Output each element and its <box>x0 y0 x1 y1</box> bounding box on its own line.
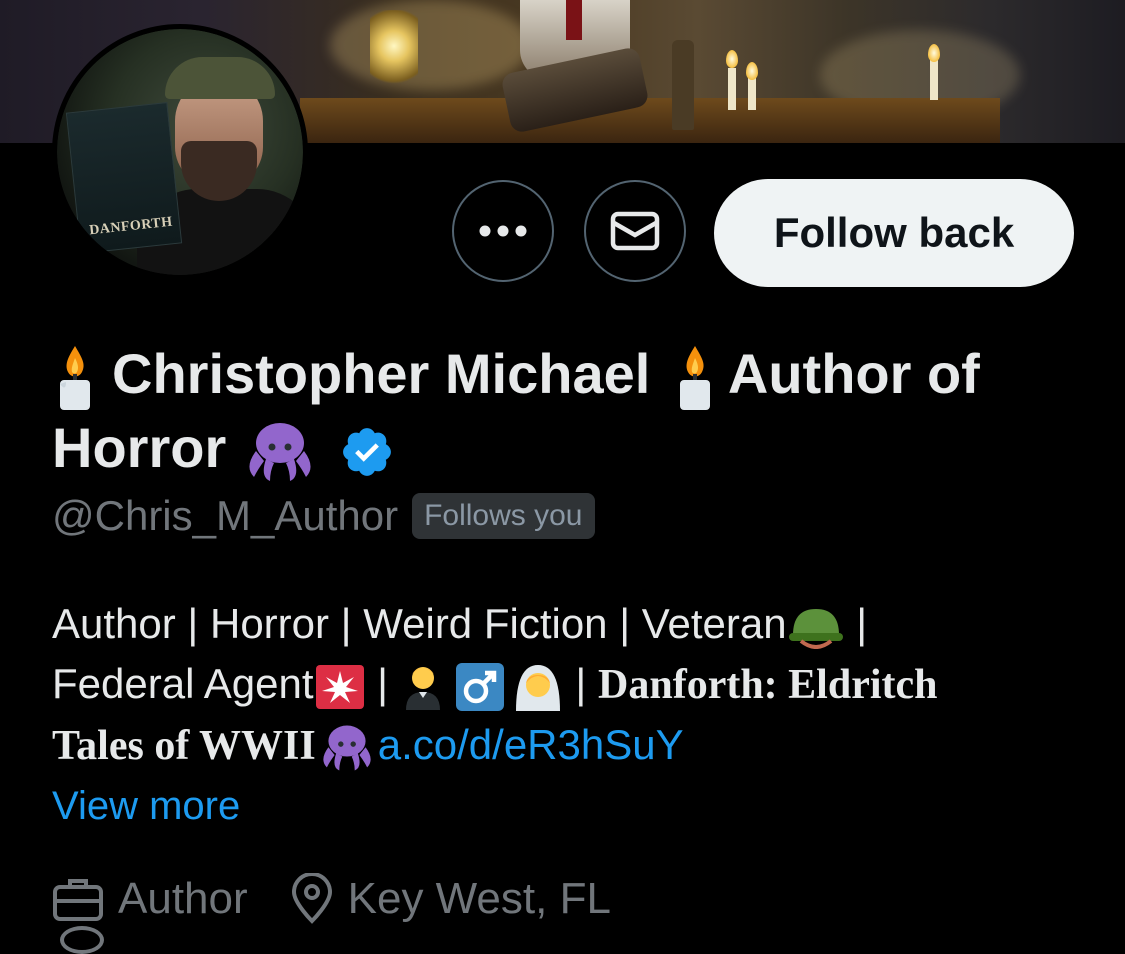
person-in-tuxedo-emoji-icon <box>405 666 440 710</box>
candle-emoji-icon <box>679 346 710 411</box>
profile-handle: @Chris_M_Author <box>52 492 399 539</box>
candle-illustration <box>748 78 756 110</box>
bio-link[interactable]: a.co/d/eR3hSuY <box>378 721 684 768</box>
bio-text: | <box>844 600 868 647</box>
candle-illustration <box>930 60 938 100</box>
police-light-emoji-icon <box>315 664 364 709</box>
profile-meta: Author Key West, FL <box>52 866 653 932</box>
message-button[interactable] <box>584 180 686 282</box>
display-name: Christopher Michael Author of Horror <box>52 338 1092 484</box>
bio-separator: | <box>365 660 400 707</box>
candle-flame <box>928 44 940 62</box>
oil-lamp-illustration <box>370 10 418 90</box>
more-horizontal-icon <box>479 225 527 237</box>
location-item: Key West, FL <box>290 873 611 925</box>
briefcase-icon <box>53 879 103 921</box>
display-name-part: Christopher Michael <box>112 342 651 405</box>
verified-badge-icon[interactable] <box>339 424 395 480</box>
bio-text: Author | Horror | Weird Fiction | Vetera… <box>52 600 787 647</box>
more-options-button[interactable] <box>452 180 554 282</box>
profile-avatar[interactable]: DANFORTH <box>52 24 308 280</box>
candle-illustration <box>728 68 736 110</box>
octopus-emoji-icon <box>323 725 371 771</box>
book-title: Tales of WWII <box>52 723 316 769</box>
military-helmet-emoji-icon <box>788 608 843 649</box>
follow-back-button[interactable]: Follow back <box>714 179 1074 287</box>
profession-label: Author <box>118 874 248 923</box>
avatar-cap <box>165 57 275 99</box>
banner-tie <box>566 0 582 40</box>
bio-text: Federal Agent <box>52 660 314 707</box>
location-pin-icon <box>291 873 332 924</box>
candle-flame <box>726 50 738 68</box>
profession-item: Author <box>52 874 248 924</box>
follows-you-badge: Follows you <box>412 493 595 539</box>
candle-flame <box>746 62 758 80</box>
view-more-link[interactable]: View more <box>52 784 240 829</box>
octopus-emoji-icon <box>249 423 311 482</box>
handle-row: @Chris_M_Author Follows you <box>52 488 595 544</box>
candle-emoji-icon <box>60 346 90 411</box>
bio-separator: | <box>563 660 599 707</box>
location-label: Key West, FL <box>347 874 611 923</box>
banner-desk <box>300 98 1000 143</box>
book-title: Danforth: Eldritch <box>598 662 938 708</box>
male-sign-emoji-icon <box>455 662 504 711</box>
envelope-icon <box>610 211 660 251</box>
next-row-icon <box>60 926 104 954</box>
profile-bio: Author | Horror | Weird Fiction | Vetera… <box>52 594 1102 776</box>
bottle-illustration <box>672 40 694 130</box>
person-with-veil-emoji-icon <box>515 664 560 711</box>
